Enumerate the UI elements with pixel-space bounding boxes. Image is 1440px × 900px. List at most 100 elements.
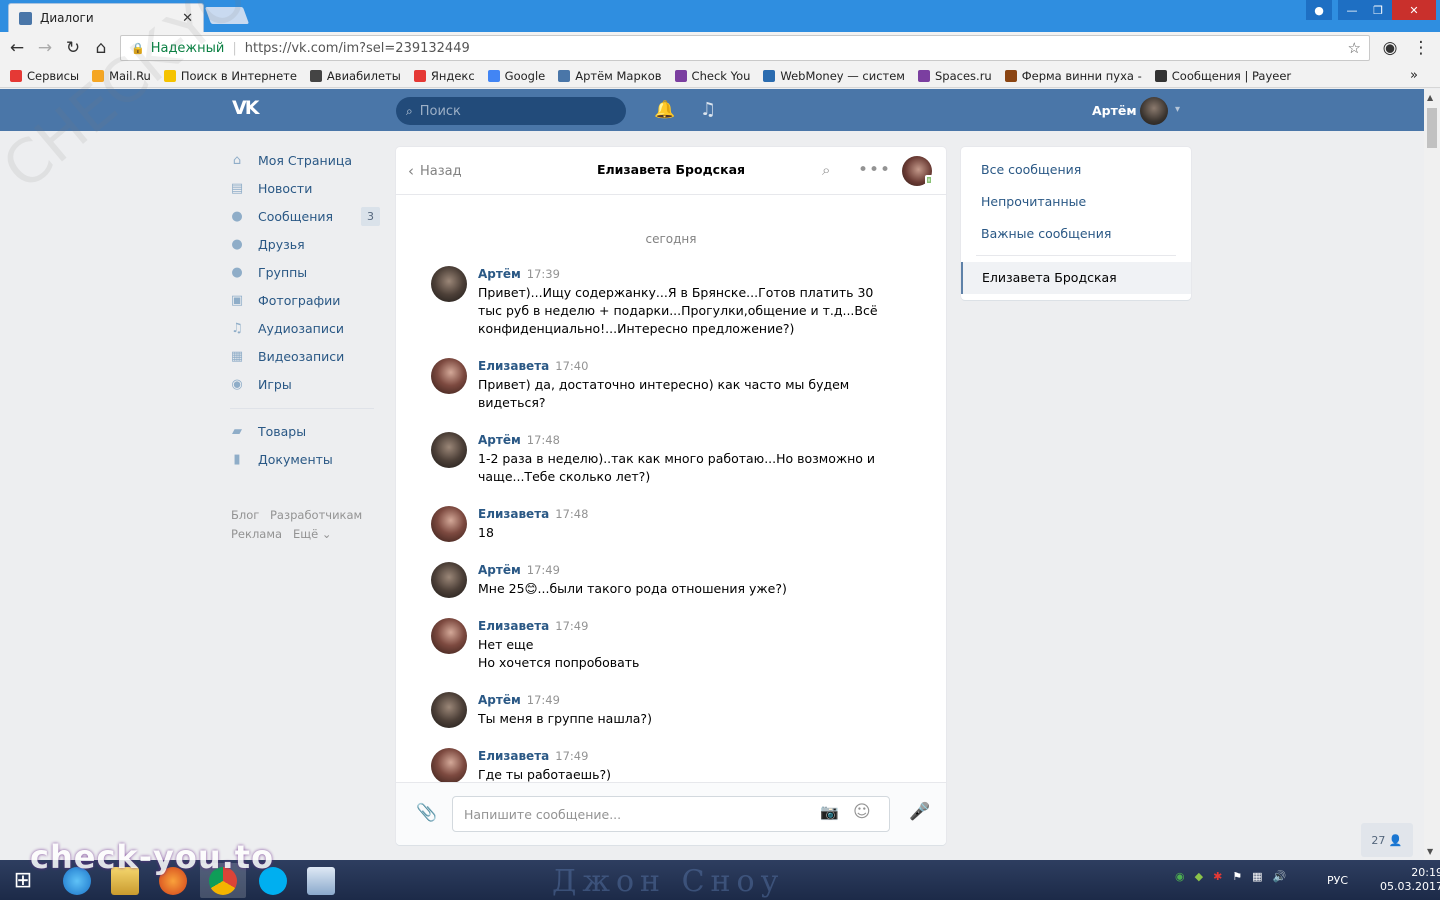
message-text: Ты меня в группе нашла?) bbox=[478, 711, 652, 726]
extension-icon[interactable]: ◉ bbox=[1379, 37, 1401, 59]
message-avatar[interactable] bbox=[431, 618, 467, 654]
nav-item-home[interactable]: ⌂ Моя Страница bbox=[230, 146, 380, 174]
language-indicator[interactable]: РУС bbox=[1327, 874, 1348, 887]
footer-link-more[interactable]: Ещё ⌄ bbox=[293, 527, 331, 541]
nav-item-photos[interactable]: ▣ Фотографии bbox=[230, 286, 380, 314]
nav-item-news[interactable]: ▤ Новости bbox=[230, 174, 380, 202]
message-author[interactable]: Елизавета bbox=[478, 749, 549, 763]
bookmarks-overflow-icon[interactable]: » bbox=[1410, 68, 1418, 83]
menu-active-chat[interactable]: Елизавета Бродская bbox=[961, 262, 1191, 294]
menu-unread[interactable]: Непрочитанные bbox=[981, 194, 1086, 209]
back-button[interactable]: ‹ Назад bbox=[408, 162, 462, 180]
tray-leaf-icon[interactable]: ◆ bbox=[1195, 870, 1203, 883]
message-author[interactable]: Елизавета bbox=[478, 507, 549, 521]
message-avatar[interactable] bbox=[431, 432, 467, 468]
tray-flag-icon[interactable]: ⚑ bbox=[1232, 870, 1242, 883]
bookmark-item[interactable]: Сервисы bbox=[10, 69, 79, 83]
menu-important[interactable]: Важные сообщения bbox=[981, 226, 1111, 241]
footer-link-dev[interactable]: Разработчикам bbox=[270, 508, 362, 522]
message-author[interactable]: Елизавета bbox=[478, 359, 549, 373]
page-scrollbar[interactable]: ▲ ▼ bbox=[1424, 89, 1440, 860]
message-author[interactable]: Артём bbox=[478, 563, 521, 577]
message-author[interactable]: Артём bbox=[478, 267, 521, 281]
active-chat-label: Елизавета Бродская bbox=[982, 270, 1117, 285]
bookmark-item[interactable]: Артём Марков bbox=[558, 69, 662, 83]
bookmark-item[interactable]: Яндекс bbox=[413, 69, 475, 83]
bookmark-item[interactable]: Сообщения | Payeer bbox=[1154, 69, 1291, 83]
nav-item-groups[interactable]: ● Группы bbox=[230, 258, 380, 286]
music-icon[interactable]: ♫ bbox=[700, 99, 716, 120]
microphone-icon[interactable]: 🎤 bbox=[909, 802, 930, 822]
url-text[interactable]: https://vk.com/im?sel=239132449 bbox=[245, 41, 470, 56]
bookmark-label: WebMoney — систем bbox=[780, 68, 905, 83]
reload-icon[interactable]: ↻ bbox=[62, 37, 84, 59]
bookmark-item[interactable]: Ферма винни пуха - bbox=[1004, 69, 1142, 83]
menu-all-messages[interactable]: Все сообщения bbox=[981, 162, 1081, 177]
message-avatar[interactable] bbox=[431, 358, 467, 394]
footer-link-ads[interactable]: Реклама bbox=[231, 527, 282, 541]
nav-item-documents[interactable]: ▮ Документы bbox=[230, 445, 380, 473]
forward-arrow-icon[interactable]: → bbox=[34, 37, 56, 59]
tray-app-icon[interactable]: ◉ bbox=[1175, 870, 1185, 883]
tray-network-icon[interactable]: ▦ bbox=[1252, 870, 1262, 883]
message-avatar[interactable] bbox=[431, 692, 467, 728]
chevron-down-icon[interactable]: ▾ bbox=[1175, 104, 1180, 115]
message-author[interactable]: Елизавета bbox=[478, 619, 549, 633]
emoji-icon[interactable]: ☺ bbox=[853, 802, 871, 822]
scroll-up-icon[interactable]: ▲ bbox=[1427, 93, 1433, 102]
nav-item-games[interactable]: ◉ Игры bbox=[230, 370, 380, 398]
message-text: Привет) да, достаточно интересно) как ча… bbox=[478, 377, 850, 410]
nav-item-market[interactable]: ▰ Товары bbox=[230, 417, 380, 445]
message-avatar[interactable] bbox=[431, 562, 467, 598]
paperclip-icon[interactable]: 📎 bbox=[416, 803, 437, 823]
online-friends-badge[interactable]: 27 👤 bbox=[1361, 823, 1413, 857]
nav-item-audio[interactable]: ♫ Аудиозаписи bbox=[230, 314, 380, 342]
taskbar-notepad[interactable] bbox=[298, 863, 344, 898]
notifications-bell-icon[interactable]: 🔔 bbox=[654, 100, 675, 120]
bookmark-favicon-icon bbox=[10, 69, 22, 82]
close-window-button[interactable]: ✕ bbox=[1392, 0, 1436, 20]
message-avatar[interactable] bbox=[431, 748, 467, 784]
scroll-thumb[interactable] bbox=[1427, 108, 1437, 148]
menu-dots-icon[interactable]: ⋮ bbox=[1410, 37, 1432, 59]
back-arrow-icon[interactable]: ← bbox=[6, 37, 28, 59]
nav-item-video[interactable]: ▦ Видеозаписи bbox=[230, 342, 380, 370]
footer-link-blog[interactable]: Блог bbox=[231, 508, 259, 522]
scroll-down-icon[interactable]: ▼ bbox=[1427, 847, 1433, 856]
more-options-icon[interactable]: ••• bbox=[858, 160, 891, 180]
minimize-button[interactable]: — bbox=[1338, 0, 1366, 20]
search-icon[interactable]: ⌕ bbox=[822, 161, 830, 179]
camera-icon[interactable]: 📷 bbox=[820, 803, 839, 821]
bookmark-item[interactable]: Авиабилеты bbox=[309, 69, 401, 83]
tray-paw-icon[interactable]: ✱ bbox=[1213, 870, 1222, 883]
nav-item-friends[interactable]: ● Друзья bbox=[230, 230, 380, 258]
bookmark-item[interactable]: Spaces.ru bbox=[918, 69, 992, 83]
message-author[interactable]: Артём bbox=[478, 433, 521, 447]
user-name[interactable]: Артём bbox=[1092, 103, 1137, 118]
contact-avatar[interactable] bbox=[902, 156, 933, 186]
bookmark-item[interactable]: WebMoney — систем bbox=[763, 69, 905, 83]
message-avatar[interactable] bbox=[431, 266, 467, 302]
message-text: 18 bbox=[478, 525, 494, 540]
clock-time: 20:19 bbox=[1411, 866, 1440, 879]
message-meta: Артём 17:49 bbox=[478, 563, 560, 577]
address-bar[interactable]: 🔒 Надежный | https://vk.com/im?sel=23913… bbox=[120, 35, 1370, 61]
message-avatar[interactable] bbox=[431, 506, 467, 542]
message-author[interactable]: Артём bbox=[478, 693, 521, 707]
system-clock[interactable]: 20:19 05.03.2017 bbox=[1380, 866, 1440, 894]
vk-logo[interactable]: VK bbox=[232, 97, 264, 123]
search-input[interactable]: ⌕ Поиск bbox=[396, 97, 626, 125]
tray-volume-icon[interactable]: 🔊 bbox=[1273, 870, 1287, 883]
message-time: 17:49 bbox=[555, 749, 589, 763]
profile-icon[interactable]: ● bbox=[1306, 0, 1332, 20]
bookmark-star-icon[interactable]: ☆ bbox=[1348, 39, 1361, 57]
nav-label: Новости bbox=[258, 180, 313, 196]
maximize-button[interactable]: ❐ bbox=[1364, 0, 1392, 20]
nav-item-messages[interactable]: ● Сообщения 3 bbox=[230, 202, 380, 230]
bookmark-favicon-icon bbox=[413, 69, 426, 82]
bookmark-item[interactable]: Check You bbox=[674, 69, 750, 83]
dialog-title[interactable]: Елизавета Бродская bbox=[560, 162, 782, 177]
bookmark-item[interactable]: Google bbox=[487, 69, 545, 83]
message-placeholder: Напишите сообщение... bbox=[464, 806, 622, 822]
user-avatar[interactable] bbox=[1140, 97, 1168, 125]
